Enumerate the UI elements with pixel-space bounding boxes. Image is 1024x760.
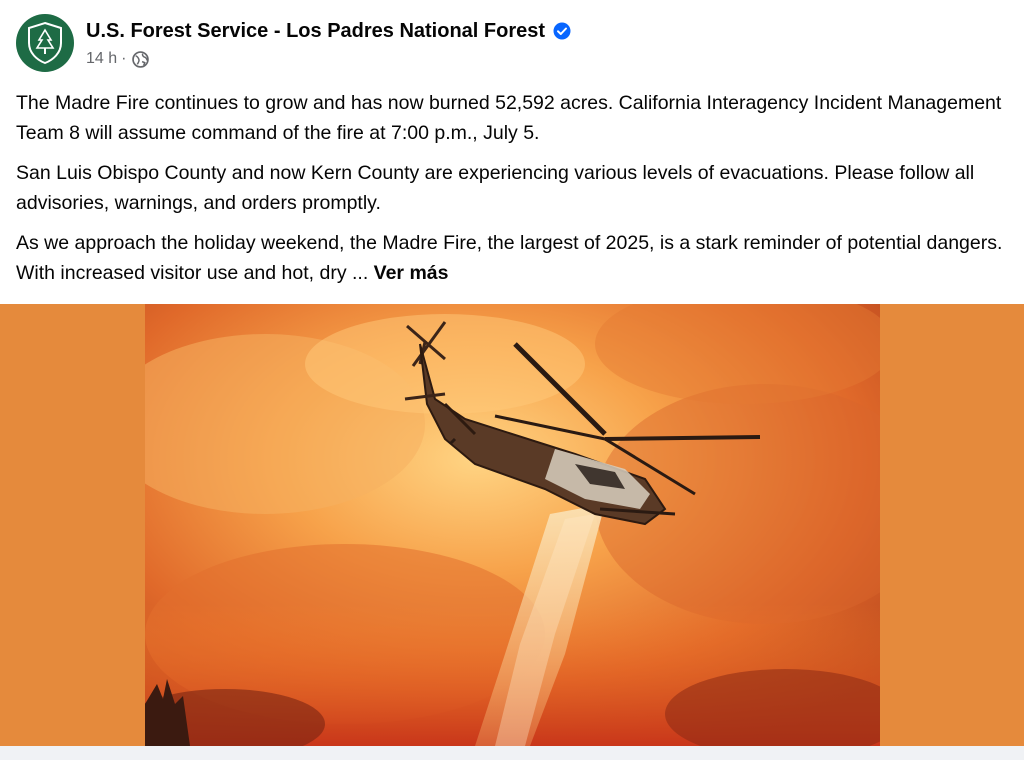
author-row: U.S. Forest Service - Los Padres Nationa… — [86, 18, 571, 44]
post-divider — [0, 746, 1024, 760]
avatar[interactable] — [16, 14, 74, 72]
post-header: U.S. Forest Service - Los Padres Nationa… — [16, 14, 571, 72]
post-paragraph-3: As we approach the holiday weekend, the … — [16, 228, 1006, 288]
see-more-link[interactable]: Ver más — [374, 262, 449, 284]
post-paragraph-1: The Madre Fire continues to grow and has… — [16, 92, 1002, 144]
post-timestamp-link[interactable]: 14 h — [86, 50, 117, 68]
post-media — [0, 304, 1024, 746]
truncated-text: As we approach the holiday weekend, the … — [16, 232, 1003, 284]
firefighting-helicopter-photo[interactable] — [145, 304, 880, 746]
post-paragraph-2: San Luis Obispo County and now Kern Coun… — [16, 162, 975, 214]
page-name-link[interactable]: U.S. Forest Service - Los Padres Nationa… — [86, 18, 545, 44]
post-meta: U.S. Forest Service - Los Padres Nationa… — [86, 14, 571, 68]
verified-badge-icon — [553, 22, 571, 40]
post-subline: 14 h · — [86, 50, 571, 68]
forest-service-shield-icon — [28, 21, 62, 65]
separator-dot: · — [121, 50, 127, 67]
post-body: The Madre Fire continues to grow and has… — [16, 88, 1006, 298]
facebook-post: U.S. Forest Service - Los Padres Nationa… — [0, 0, 1024, 760]
globe-icon[interactable] — [132, 50, 150, 68]
